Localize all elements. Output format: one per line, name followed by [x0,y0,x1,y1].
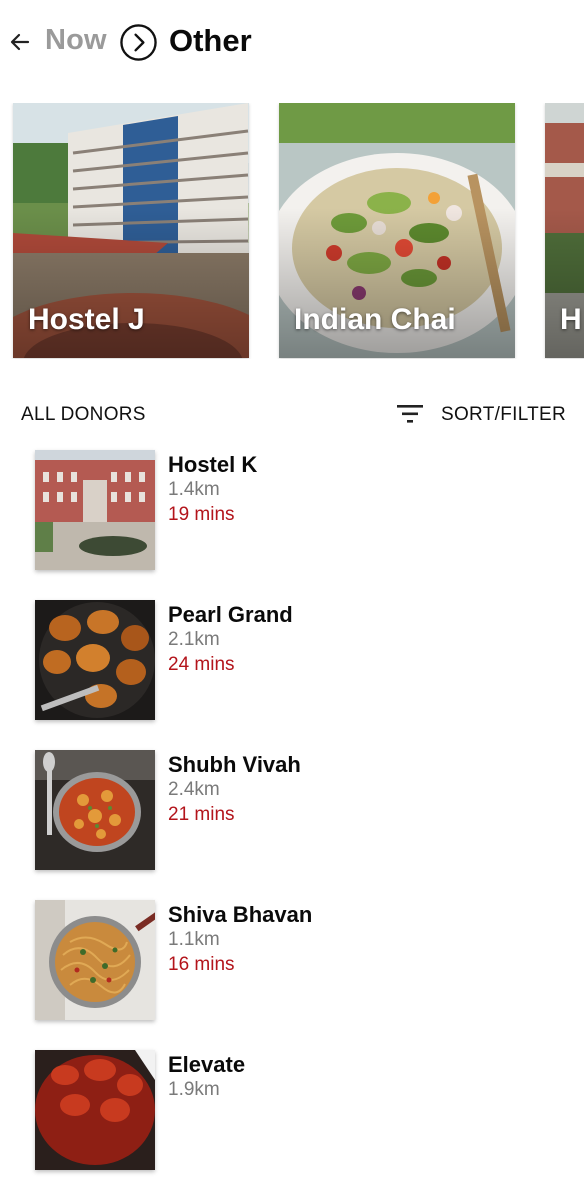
chevron-right-circle-icon [120,24,157,61]
donor-eta: 24 mins [168,654,235,675]
featured-card[interactable]: H [545,103,584,358]
donor-thumbnail [35,900,155,1020]
featured-card-title: Hostel J [28,303,145,336]
featured-carousel[interactable]: Hostel J Indian Chai H [0,103,584,359]
donor-distance: 2.4km [168,779,220,800]
featured-card-title: H [560,303,582,336]
featured-card[interactable]: Indian Chai [279,103,515,358]
curry-pan-photo [35,750,155,870]
donor-name: Elevate [168,1052,246,1077]
red-chicken-photo [35,1050,155,1170]
donor-distance: 2.1km [168,629,220,650]
donor-distance: 1.9km [168,1079,220,1100]
donor-distance: 1.1km [168,929,220,950]
top-bar: Now Other [0,0,584,86]
donor-list-item[interactable]: Shubh Vivah 2.4km 21 mins [0,750,584,900]
donor-thumbnail [35,750,155,870]
donor-name: Pearl Grand [168,602,293,627]
sort-filter-button[interactable]: SORT/FILTER [441,404,566,426]
hostel-photo [35,450,155,570]
list-toolbar: ALL DONORS SORT/FILTER [0,395,584,435]
arrow-left-icon[interactable] [8,30,32,54]
breadcrumb-now[interactable]: Now [45,24,107,57]
noodles-pan-photo [35,900,155,1020]
donor-eta: 21 mins [168,804,235,825]
donor-list-item[interactable]: Shiva Bhavan 1.1km 16 mins [0,900,584,1050]
donor-name: Shiva Bhavan [168,902,313,927]
page-title: Other [169,23,252,58]
donor-name: Hostel K [168,452,258,477]
featured-card[interactable]: Hostel J [13,103,249,358]
donor-distance: 1.4km [168,479,220,500]
donor-eta: 16 mins [168,954,235,975]
section-title: ALL DONORS [21,404,146,425]
donor-eta: 19 mins [168,504,235,525]
featured-card-title: Indian Chai [294,303,456,336]
donor-list-item[interactable]: Pearl Grand 2.1km 24 mins [0,600,584,750]
roast-chicken-photo [35,600,155,720]
filter-lines-icon[interactable] [396,403,424,425]
donor-list-item[interactable]: Hostel K 1.4km 19 mins [0,450,584,600]
donor-thumbnail [35,600,155,720]
donor-list-item[interactable]: Elevate 1.9km [0,1050,584,1200]
donor-name: Shubh Vivah [168,752,301,777]
donor-thumbnail [35,1050,155,1170]
donor-thumbnail [35,450,155,570]
